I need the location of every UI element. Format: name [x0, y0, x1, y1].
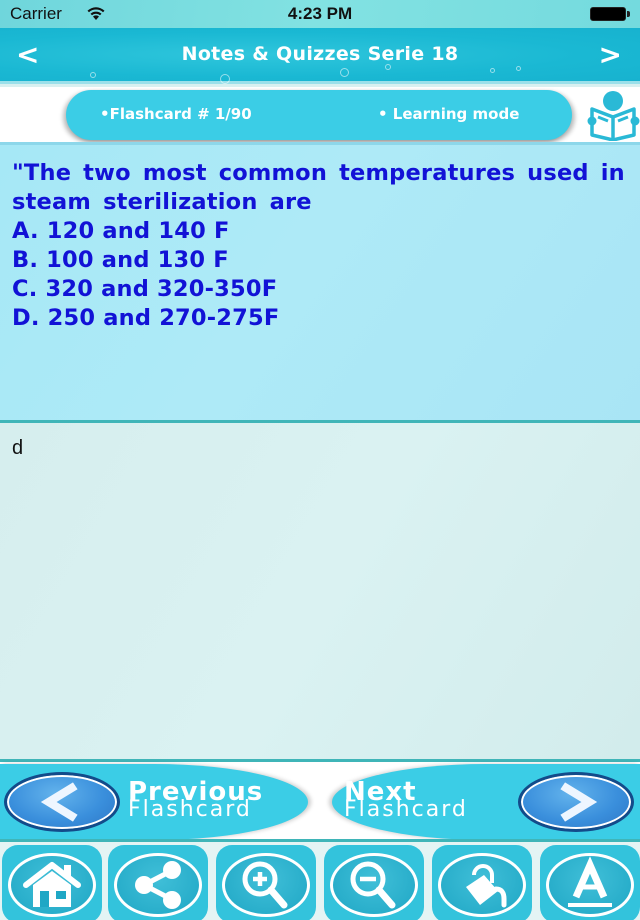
next-flashcard-button[interactable]: Next Flashcard: [332, 764, 640, 840]
decorative-bubble: [90, 72, 96, 78]
flashcard-counter: •Flashcard # 1/90: [100, 105, 252, 123]
font-button[interactable]: [540, 845, 640, 920]
next-label-line2: Flashcard: [344, 797, 468, 822]
option-d: D. 250 and 270-275F: [12, 305, 280, 331]
font-icon: [568, 856, 612, 907]
zoom-in-icon: [242, 861, 288, 909]
battery-icon: [590, 7, 630, 21]
info-strip: •Flashcard # 1/90 • Learning mode: [0, 87, 640, 142]
question-stem: "The two most common temperatures used i…: [12, 160, 625, 215]
status-bar: Carrier 4:23 PM: [0, 0, 640, 28]
flashcard-info-pill: •Flashcard # 1/90 • Learning mode: [66, 90, 572, 140]
decorative-bubble: [516, 66, 521, 71]
previous-flashcard-label: Previous Flashcard: [128, 779, 263, 822]
home-icon: [23, 862, 81, 907]
decorative-bubble: [220, 74, 230, 84]
share-button[interactable]: [108, 845, 208, 920]
share-icon: [135, 861, 181, 909]
zoom-out-icon: [350, 861, 396, 909]
arrow-right-icon: [518, 772, 634, 832]
mode-label: • Learning mode: [378, 105, 520, 123]
question-text: "The two most common temperatures used i…: [12, 159, 628, 333]
page-title: Notes & Quizzes Serie 18: [181, 43, 459, 65]
bottom-toolbar: [0, 839, 640, 920]
clock: 4:23 PM: [287, 4, 353, 23]
zoom-out-button[interactable]: [324, 845, 424, 920]
answer-text: d: [12, 437, 24, 459]
option-c: C. 320 and 320-350F: [12, 276, 278, 302]
answer-panel: d: [0, 423, 640, 759]
next-flashcard-label: Next Flashcard: [344, 779, 468, 822]
navigation-bar: < Notes & Quizzes Serie 18 >: [0, 28, 640, 84]
home-button[interactable]: [2, 845, 102, 920]
arrow-left-icon: [4, 772, 120, 832]
flashcard-navigation: Previous Flashcard Next Flashcard: [0, 759, 640, 840]
paint-bucket-icon: [466, 864, 507, 908]
decorative-bubble: [490, 68, 495, 73]
reading-book-icon: [587, 91, 640, 141]
previous-label-line2: Flashcard: [128, 797, 252, 822]
forward-button[interactable]: >: [599, 38, 622, 71]
previous-flashcard-button[interactable]: Previous Flashcard: [0, 764, 308, 840]
decorative-bubble: [340, 68, 349, 77]
option-a: A. 120 and 140 F: [12, 218, 230, 244]
color-fill-button[interactable]: [432, 845, 532, 920]
option-b: B. 100 and 130 F: [12, 247, 229, 273]
zoom-in-button[interactable]: [216, 845, 316, 920]
question-panel: "The two most common temperatures used i…: [0, 142, 640, 423]
